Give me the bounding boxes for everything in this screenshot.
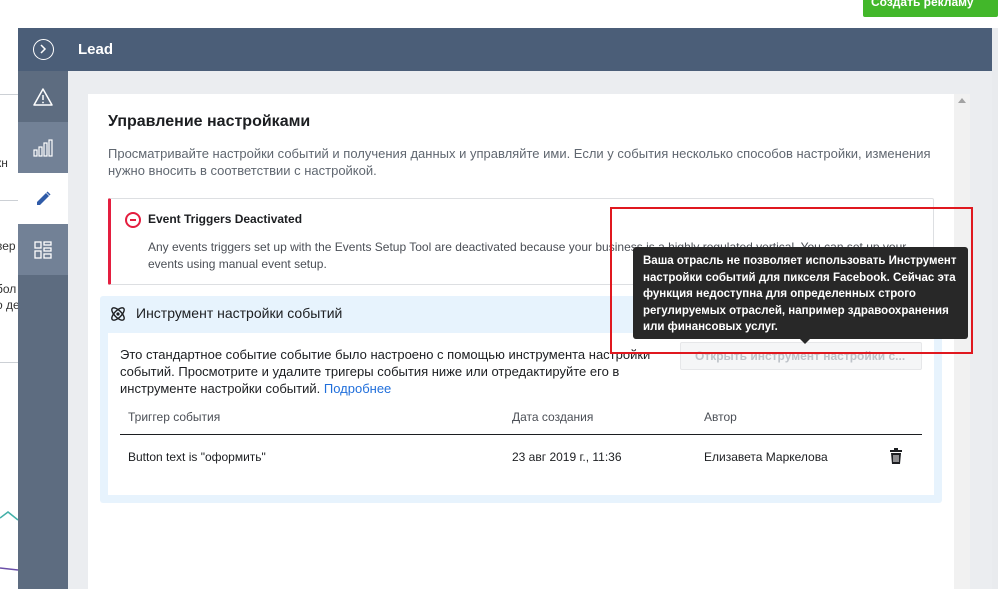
create-ad-button[interactable]: Создать рекламу: [863, 0, 998, 17]
learn-more-link[interactable]: Подробнее: [324, 381, 391, 396]
bar-chart-icon: [33, 138, 53, 157]
panel-title: Lead: [78, 41, 114, 58]
background-fragment: бол: [0, 282, 17, 296]
column-header-date[interactable]: Дата создания: [512, 410, 593, 424]
icon-rail: [18, 71, 68, 589]
rail-item-diagnostics[interactable]: [18, 71, 68, 122]
column-header-author[interactable]: Автор: [704, 410, 737, 424]
background-chart-line: [0, 511, 18, 571]
table-header-divider: [120, 434, 922, 435]
warning-icon: [33, 87, 53, 106]
top-bar: Создать рекламу: [0, 0, 998, 28]
background-fragment: о де: [0, 298, 18, 312]
create-ad-label: Создать рекламу: [871, 0, 974, 9]
divider: [0, 94, 18, 95]
divider: [0, 362, 18, 363]
card-title: Управление настройками: [108, 113, 311, 130]
trash-icon[interactable]: [889, 448, 903, 464]
alert-title: Event Triggers Deactivated: [148, 212, 303, 226]
grid-icon: [34, 240, 52, 259]
panel-header: Lead: [18, 28, 992, 71]
rail-item-overview[interactable]: [18, 224, 68, 275]
toolbox-description: Это стандартное событие событие было нас…: [120, 346, 670, 397]
background-fragment: вер: [0, 239, 16, 253]
toolbox-title: Инструмент настройки событий: [136, 305, 343, 321]
toolbox-body: Это стандартное событие событие было нас…: [108, 333, 934, 495]
right-edge: [992, 28, 998, 589]
rail-item-analytics[interactable]: [18, 122, 68, 173]
pencil-icon: [37, 190, 51, 205]
divider: [0, 200, 18, 201]
expand-chevron-icon[interactable]: [33, 39, 54, 60]
row-author: Елизавета Маркелова: [704, 450, 828, 464]
row-date: 23 авг 2019 г., 11:36: [512, 450, 622, 464]
scroll-up-arrow-icon[interactable]: [958, 98, 966, 103]
background-page: кн вер бол о де: [0, 28, 18, 589]
background-fragment: кн: [0, 156, 8, 170]
minus-circle-icon: [125, 212, 141, 228]
highlight-annotation: [610, 207, 973, 354]
atom-icon: [111, 307, 125, 321]
row-trigger: Button text is "оформить": [128, 450, 266, 464]
card-description: Просматривайте настройки событий и получ…: [108, 146, 931, 178]
rail-item-settings[interactable]: [18, 173, 68, 224]
column-header-trigger[interactable]: Триггер события: [128, 410, 220, 424]
